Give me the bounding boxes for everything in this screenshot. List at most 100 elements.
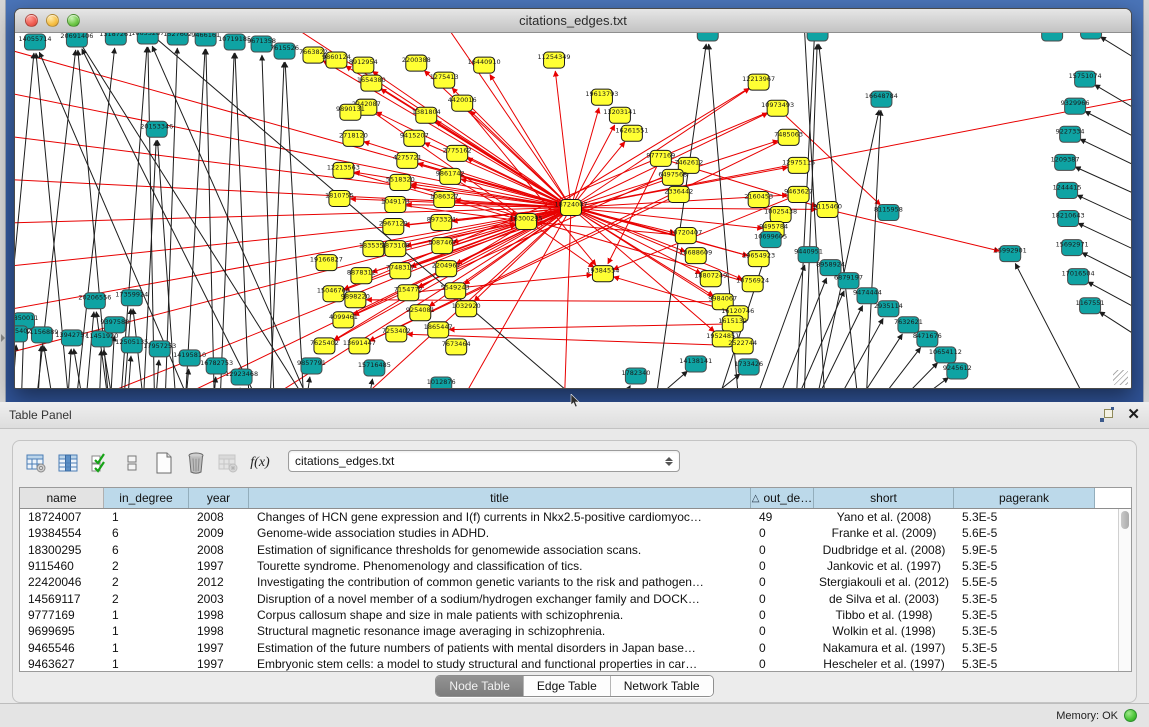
cell-name[interactable]: 9777169 [20, 608, 104, 622]
cell-in_degree[interactable]: 1 [104, 657, 189, 671]
graph-node[interactable]: 10699605 [754, 232, 787, 248]
graph-node[interactable]: 10756924 [736, 276, 769, 292]
cell-short[interactable]: Tibbo et al. (1998) [814, 608, 954, 622]
cell-name[interactable]: 18300295 [20, 543, 104, 557]
graph-node[interactable]: 1873108 [381, 241, 410, 257]
graph-node[interactable]: 20206556 [78, 293, 111, 309]
cell-out_degree[interactable]: 0 [751, 641, 814, 655]
graph-node[interactable]: 6879197 [834, 273, 863, 289]
graph-node[interactable]: 4275721 [393, 152, 422, 168]
cell-out_degree[interactable]: 0 [751, 592, 814, 606]
graph-node[interactable]: 15716485 [358, 360, 391, 376]
graph-node[interactable]: 1782340 [621, 368, 650, 384]
cell-out_degree[interactable]: 0 [751, 608, 814, 622]
graph-node[interactable]: 2336442 [664, 186, 693, 202]
graph-node[interactable]: 10653287 [131, 33, 164, 44]
graph-node[interactable]: 9329966 [1061, 98, 1090, 114]
table-row[interactable]: 1938455462009Genome-wide association stu… [20, 525, 1131, 541]
graph-node[interactable]: 1275413 [430, 72, 459, 88]
cell-in_degree[interactable]: 2 [104, 592, 189, 606]
graph-node[interactable]: 1381804 [412, 107, 441, 123]
cell-in_degree[interactable]: 1 [104, 510, 189, 524]
graph-node[interactable]: 2200388 [402, 55, 431, 71]
cell-in_degree[interactable]: 1 [104, 608, 189, 622]
graph-node[interactable]: 2160453 [744, 191, 773, 207]
table-settings-icon[interactable] [23, 450, 49, 476]
graph-node[interactable]: 7673464 [442, 339, 471, 355]
table-row[interactable]: 1456911722003Disruption of a novel membe… [20, 590, 1131, 606]
citation-network-graph[interactable]: 1872400722003881275413164409101125434919… [15, 33, 1131, 388]
graph-node[interactable]: 7625402 [310, 338, 339, 354]
cell-short[interactable]: Wolkin et al. (1998) [814, 624, 954, 638]
close-panel-icon[interactable]: ✕ [1127, 408, 1140, 422]
graph-node[interactable]: 9890131 [336, 104, 365, 120]
graph-node[interactable]: 1049173 [381, 196, 410, 212]
cell-pagerank[interactable]: 5.3E-5 [954, 641, 1095, 655]
graph-node[interactable]: 8813054 [803, 33, 832, 41]
graph-node[interactable]: 1086327 [430, 191, 459, 207]
graph-node[interactable]: 9227334 [1056, 126, 1085, 142]
cell-title[interactable]: Corpus callosum shape and size in male p… [249, 608, 751, 622]
graph-node[interactable]: 16261551 [615, 125, 648, 141]
graph-node[interactable]: 9115460 [813, 201, 842, 217]
table-row[interactable]: 1830029562008Estimation of significance … [20, 542, 1131, 558]
graph-node[interactable]: 12213563 [327, 162, 360, 178]
cell-name[interactable]: 9463627 [20, 657, 104, 671]
graph-node[interactable]: 1654380 [357, 75, 386, 91]
graph-node[interactable]: 20691406 [60, 33, 93, 47]
cell-title[interactable]: Structural magnetic resonance image aver… [249, 624, 751, 638]
cell-out_degree[interactable]: 0 [751, 624, 814, 638]
graph-node[interactable]: 4420016 [448, 95, 477, 111]
graph-node[interactable]: 9415207 [400, 130, 429, 146]
graph-node[interactable]: 1615132 [718, 316, 747, 332]
cell-in_degree[interactable]: 6 [104, 526, 189, 540]
graph-node[interactable]: 7748317 [386, 263, 415, 279]
cell-pagerank[interactable]: 5.3E-5 [954, 510, 1095, 524]
graph-node[interactable]: 8973324 [427, 215, 456, 231]
graph-node[interactable]: 14138141 [679, 356, 712, 372]
cell-name[interactable]: 19384554 [20, 526, 104, 540]
cell-year[interactable]: 1997 [189, 641, 249, 655]
table-row[interactable]: 977716911998Corpus callosum shape and si… [20, 607, 1131, 623]
cell-pagerank[interactable]: 5.3E-5 [954, 608, 1095, 622]
cell-short[interactable]: Hescheler et al. (1997) [814, 657, 954, 671]
cell-in_degree[interactable]: 6 [104, 543, 189, 557]
cell-pagerank[interactable]: 5.9E-5 [954, 543, 1095, 557]
cell-out_degree[interactable]: 0 [751, 543, 814, 557]
cell-title[interactable]: Tourette syndrome. Phenomenology and cla… [249, 559, 751, 573]
graph-node[interactable]: 9777169 [646, 150, 675, 166]
cell-title[interactable]: Embryonic stem cells: a model to study s… [249, 657, 751, 671]
select-columns-icon[interactable] [87, 450, 113, 476]
graph-node[interactable]: 13691447 [343, 338, 376, 354]
cell-pagerank[interactable]: 5.3E-5 [954, 657, 1095, 671]
cell-short[interactable]: Dudbridge et al. (2008) [814, 543, 954, 557]
graph-node[interactable]: 1810755 [325, 190, 354, 206]
cell-year[interactable]: 2008 [189, 510, 249, 524]
graph-node[interactable]: 8878312 [347, 268, 376, 284]
cell-name[interactable]: 18724007 [20, 510, 104, 524]
graph-node[interactable]: 9860124 [322, 52, 351, 68]
panel-collapse-arrow-icon[interactable] [1, 334, 5, 342]
table-scrollbar-thumb[interactable] [1121, 511, 1129, 529]
graph-node[interactable]: 8115958 [874, 204, 903, 220]
tab-network-table[interactable]: Network Table [610, 676, 713, 696]
graph-node[interactable]: 4099461 [329, 312, 358, 328]
float-panel-icon[interactable] [1100, 409, 1113, 422]
graph-node[interactable]: 9857791 [297, 358, 326, 374]
toggle-rows-icon[interactable] [119, 450, 145, 476]
graph-node[interactable]: 1865447 [424, 322, 453, 338]
graph-node[interactable]: 2967129 [379, 219, 408, 235]
cell-year[interactable]: 2012 [189, 575, 249, 589]
cell-year[interactable]: 1997 [189, 657, 249, 671]
graph-node[interactable]: 2718120 [339, 130, 368, 146]
graph-node[interactable]: 12975115 [782, 157, 815, 173]
cell-in_degree[interactable]: 2 [104, 575, 189, 589]
graph-node[interactable]: 9245612 [943, 363, 972, 379]
graph-node[interactable]: 14055714 [18, 34, 51, 50]
column-header-pagerank[interactable]: pagerank [954, 488, 1095, 508]
graph-node[interactable]: 17016504 [1062, 269, 1095, 285]
cell-out_degree[interactable]: 0 [751, 575, 814, 589]
graph-node[interactable]: 2775162 [443, 145, 472, 161]
cell-year[interactable]: 2009 [189, 526, 249, 540]
column-header-short[interactable]: short [814, 488, 954, 508]
